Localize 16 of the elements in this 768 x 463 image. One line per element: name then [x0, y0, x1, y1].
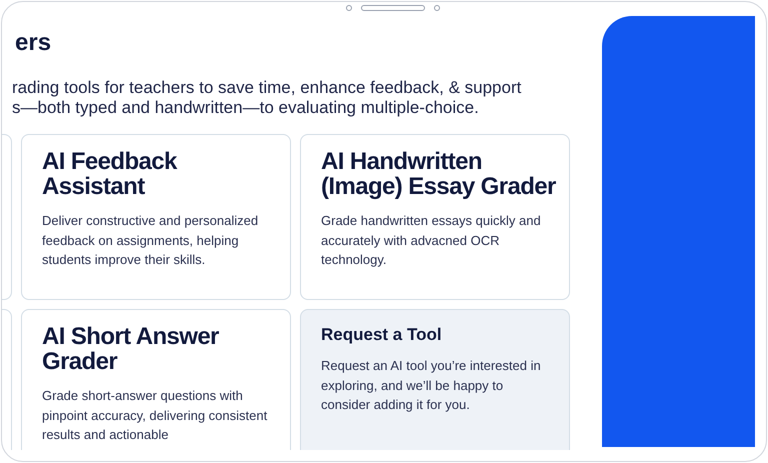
- card-description: Grade handwritten essays quickly and accurately with advacned OCR technology.: [321, 212, 542, 269]
- tool-card[interactable]: AI Short Answer Grader Grade short-answer questions with pinpoint accuracy, delivering consistent results and actionable: [21, 309, 291, 450]
- speaker-slot: [361, 5, 425, 11]
- card-description: Grade short-answer questions with pinpoint accuracy, delivering consistent results and actionable: [42, 387, 268, 444]
- card-title: AI Feedback Assistant: [42, 149, 178, 199]
- card-title: AI Short Answer Grader: [42, 324, 220, 374]
- intro-text: rading tools for teachers to save time, enhance feedback, & support: [12, 78, 522, 98]
- tool-card[interactable]: AI Feedback Assistant Deliver constructive and personalized feedback on assignments, helping students improve their skills.: [21, 134, 291, 300]
- card-title: AI Handwritten (Image) Essay Grader: [321, 149, 557, 199]
- page-heading: ers: [15, 28, 52, 58]
- card-title: Request a Tool: [321, 324, 443, 346]
- tool-card[interactable]: AI Handwritten (Image) Essay Grader Grade handwritten essays quickly and accurately with advacned OCR technology.: [300, 134, 570, 300]
- card-description: Request an AI tool you’re interested in exploring, and we’ll be happy to consider adding it for you.: [321, 357, 542, 414]
- intro-text: s—both typed and handwritten—to evaluating multiple-choice.: [12, 98, 480, 118]
- card-description: Deliver constructive and personalized feedback on assignments, helping students improve their skills.: [42, 212, 260, 269]
- request-card[interactable]: Request a Tool Request an AI tool you’re interested in exploring, and we’ll be happy to consider adding it for you.: [300, 309, 570, 450]
